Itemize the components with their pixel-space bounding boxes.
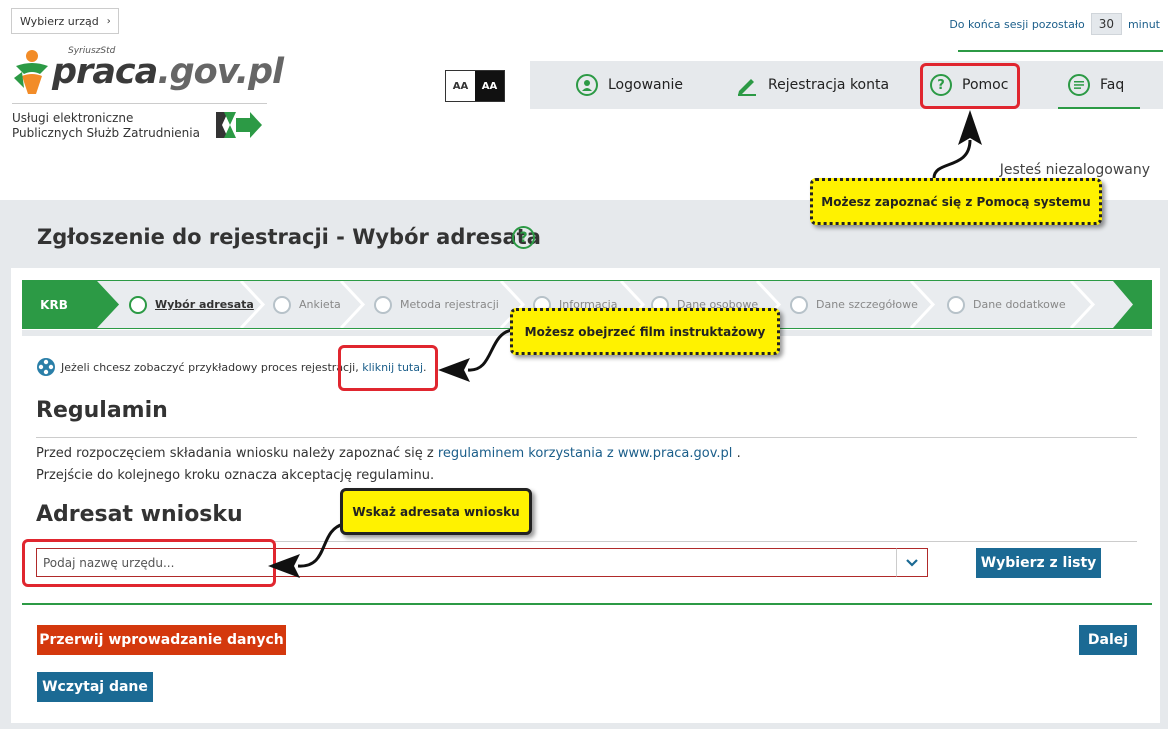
office-callout: Wskaż adresata wniosku <box>340 488 532 535</box>
help-callout: Możesz zapoznać się z Pomocą systemu <box>810 178 1102 225</box>
callout-arrows <box>268 110 982 578</box>
film-callout: Możesz obejrzeć film instruktażowy <box>510 308 780 355</box>
